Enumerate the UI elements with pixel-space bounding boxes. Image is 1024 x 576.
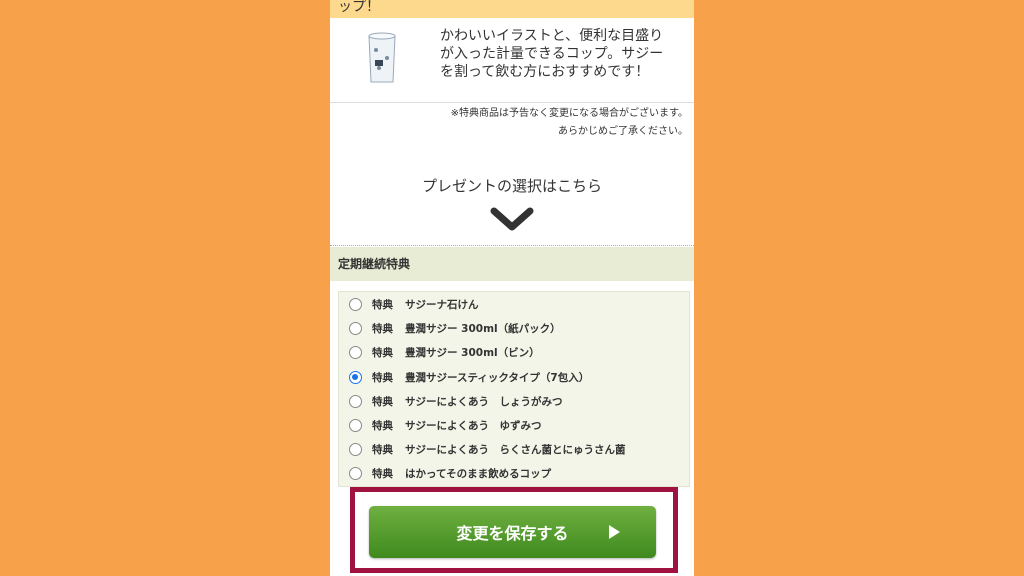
chevron-down-icon: [490, 207, 534, 231]
radio-button[interactable]: [349, 345, 362, 359]
option-label: 豊潤サジー 300ml（ビン）: [405, 346, 540, 359]
option-row-soap[interactable]: 特典 サジーナ石けん: [349, 294, 479, 314]
option-row-juice-bottle[interactable]: 特典 豊潤サジー 300ml（ビン）: [349, 342, 540, 362]
section-title: 定期継続特典: [330, 247, 694, 281]
notice-text: ※特典商品は予告なく変更になる場合がございます。 あらかじめご了承ください。: [451, 105, 688, 141]
radio-button-selected[interactable]: [349, 370, 362, 384]
product-description: かわいいイラストと、便利な目盛り が入った計量できるコップ。サジー を割って飲む…: [440, 27, 690, 81]
save-button-label: 変更を保存する: [456, 524, 569, 543]
save-changes-button[interactable]: 変更を保存する: [369, 506, 656, 558]
radio-button[interactable]: [349, 321, 362, 335]
mobile-page: ップ！ かわいいイラストと、便利な目盛り が入った計量できるコップ。サジー を割…: [330, 0, 694, 576]
option-badge: 特典: [372, 371, 393, 384]
option-badge: 特典: [372, 443, 393, 456]
option-row-bacteria[interactable]: 特典 サジーによくあう らくさん菌とにゅうさん菌: [349, 439, 626, 459]
option-label: 豊潤サジースティックタイプ（7包入）: [405, 371, 590, 384]
notice-line: あらかじめご了承ください。: [558, 126, 688, 137]
option-row-juice-pack[interactable]: 特典 豊潤サジー 300ml（紙パック）: [349, 318, 561, 338]
product-desc-line: かわいいイラストと、便利な目盛り: [440, 28, 664, 44]
product-card: かわいいイラストと、便利な目盛り が入った計量できるコップ。サジー を割って飲む…: [330, 18, 694, 103]
product-desc-line: が入った計量できるコップ。サジー: [440, 46, 664, 62]
option-badge: 特典: [372, 395, 393, 408]
option-badge: 特典: [372, 346, 393, 359]
option-label: はかってそのまま飲めるコップ: [405, 467, 552, 480]
present-select-heading: プレゼントの選択はこちら: [421, 177, 602, 195]
option-badge: 特典: [372, 322, 393, 335]
option-row-yuzu-honey[interactable]: 特典 サジーによくあう ゆずみつ: [349, 415, 542, 435]
option-label: 豊潤サジー 300ml（紙パック）: [405, 322, 561, 335]
play-arrow-icon: [609, 525, 620, 539]
product-desc-line: を割って飲む方におすすめです！: [440, 64, 650, 80]
option-row-ginger-honey[interactable]: 特典 サジーによくあう しょうがみつ: [349, 391, 563, 411]
banner-text: ップ！: [338, 0, 380, 15]
cup-icon: [368, 32, 396, 83]
option-badge: 特典: [372, 467, 393, 480]
campaign-banner: ップ！: [330, 0, 694, 18]
option-badge: 特典: [372, 298, 393, 311]
radio-button[interactable]: [349, 466, 362, 480]
benefit-options-list: 特典 サジーナ石けん 特典 豊潤サジー 300ml（紙パック） 特典 豊潤サジー…: [338, 291, 690, 487]
notice-line: ※特典商品は予告なく変更になる場合がございます。: [450, 108, 688, 119]
radio-button[interactable]: [349, 394, 362, 408]
radio-button[interactable]: [349, 442, 362, 456]
option-label: サジーによくあう ゆずみつ: [405, 419, 542, 432]
option-label: サジーによくあう しょうがみつ: [405, 395, 563, 408]
option-row-stick-type[interactable]: 特典 豊潤サジースティックタイプ（7包入）: [349, 367, 589, 387]
option-badge: 特典: [372, 419, 393, 432]
option-row-measuring-cup[interactable]: 特典 はかってそのまま飲めるコップ: [349, 463, 551, 483]
option-label: サジーナ石けん: [405, 298, 479, 311]
radio-button[interactable]: [349, 297, 362, 311]
radio-button[interactable]: [349, 418, 362, 432]
divider: [330, 245, 694, 246]
option-label: サジーによくあう らくさん菌とにゅうさん菌: [405, 443, 626, 456]
